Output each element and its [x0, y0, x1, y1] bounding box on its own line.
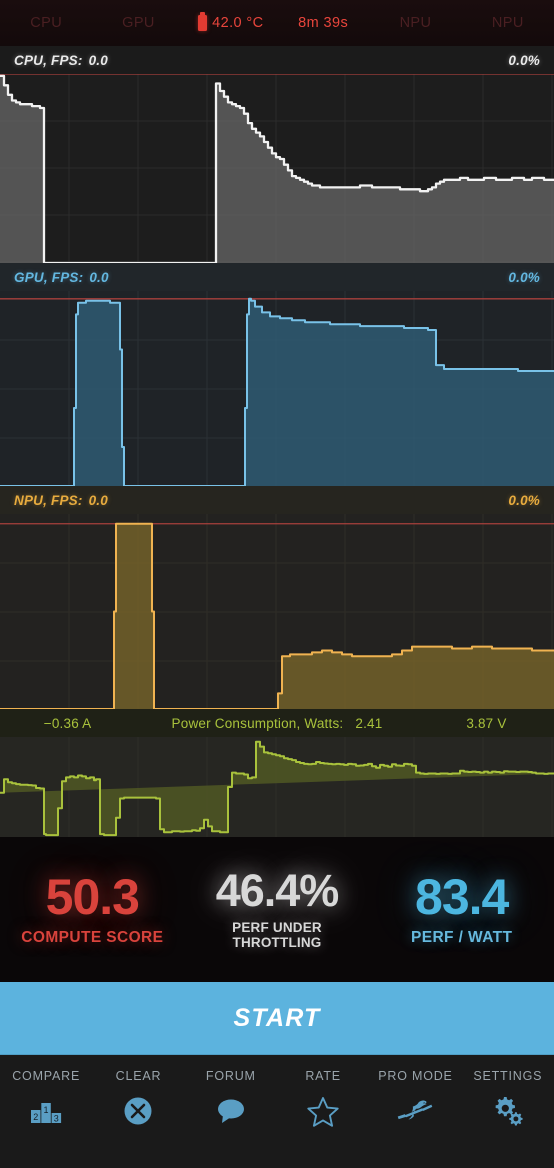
- perf-per-watt: 83.4 PERF / WATT: [369, 837, 554, 982]
- nav-item-forum[interactable]: FORUM: [185, 1069, 277, 1130]
- star-icon: [303, 1092, 343, 1130]
- power-graph-svg: [0, 737, 554, 837]
- start-button[interactable]: START: [0, 982, 554, 1055]
- perf-under-throttling-caption: PERF UNDER THROTTLING: [232, 920, 322, 950]
- nav-label-pro-mode: PRO MODE: [378, 1069, 453, 1083]
- voltage-value: 3.87 V: [466, 715, 507, 731]
- benchmark-app: CPU GPU 42.0 °C 8m 39s NPU NPU CPU, FPS:…: [0, 0, 554, 1168]
- status-cell-npu-1[interactable]: NPU: [369, 15, 461, 31]
- perf-under-throttling-caption-line1: PERF UNDER: [232, 920, 322, 936]
- nav-label-clear: CLEAR: [115, 1069, 162, 1083]
- svg-text:2: 2: [33, 1112, 38, 1122]
- perf-per-watt-caption: PERF / WATT: [410, 929, 513, 947]
- power-label: Power Consumption, Watts:: [171, 715, 344, 731]
- nav-item-settings[interactable]: SETTINGS: [462, 1069, 554, 1130]
- elapsed-time-value: 8m 39s: [298, 15, 349, 31]
- compute-score-value: 50.3: [45, 869, 140, 926]
- close-circle-icon: [118, 1092, 158, 1130]
- cpu-graph-svg: [0, 46, 554, 263]
- gears-icon: [488, 1092, 528, 1130]
- svg-text:1: 1: [44, 1105, 49, 1115]
- nav-item-pro-mode[interactable]: PRO MODE: [369, 1069, 461, 1130]
- npu-graph-panel[interactable]: NPU, FPS: 0.0 0.0%: [0, 486, 554, 709]
- status-cell-temperature[interactable]: 42.0 °C: [185, 12, 277, 31]
- status-cell-gpu[interactable]: GPU: [92, 15, 184, 31]
- gpu-graph-svg: [0, 263, 554, 486]
- bottom-navigation: COMPARE 2 1 3 CLEAR FORUM RATE PRO MODE …: [0, 1055, 554, 1168]
- perf-under-throttling-caption-line2: THROTTLING: [232, 935, 322, 951]
- npu-graph-svg: [0, 486, 554, 709]
- status-cell-elapsed[interactable]: 8m 39s: [277, 15, 369, 31]
- speech-bubble-icon: [211, 1092, 251, 1130]
- score-summary: 50.3 COMPUTE SCORE 46.4% PERF UNDER THRO…: [0, 837, 554, 982]
- status-bar: CPU GPU 42.0 °C 8m 39s NPU NPU: [0, 0, 554, 46]
- npu-label-1: NPU: [399, 15, 432, 31]
- nav-item-clear[interactable]: CLEAR: [92, 1069, 184, 1130]
- nav-item-rate[interactable]: RATE: [277, 1069, 369, 1130]
- witch-icon: [395, 1092, 435, 1130]
- compute-score: 50.3 COMPUTE SCORE: [0, 837, 185, 982]
- power-watts-value: 2.41: [355, 715, 383, 731]
- perf-under-throttling: 46.4% PERF UNDER THROTTLING: [185, 837, 370, 982]
- power-header: −0.36 A Power Consumption, Watts: 2.41 3…: [0, 709, 554, 737]
- perf-per-watt-value: 83.4: [415, 869, 509, 926]
- start-button-label: START: [233, 1003, 321, 1032]
- gpu-header-band: [0, 263, 554, 291]
- gpu-graph-panel[interactable]: GPU, FPS: 0.0 0.0%: [0, 263, 554, 486]
- nav-label-compare: COMPARE: [12, 1069, 81, 1083]
- svg-text:3: 3: [54, 1114, 59, 1124]
- gpu-label: GPU: [122, 15, 155, 31]
- nav-label-forum: FORUM: [205, 1069, 256, 1083]
- status-cell-cpu[interactable]: CPU: [0, 15, 92, 31]
- battery-icon: [198, 12, 208, 31]
- power-label-group: Power Consumption, Watts: 2.41: [135, 716, 419, 731]
- power-graph-panel[interactable]: [0, 737, 554, 837]
- cpu-graph-panel[interactable]: CPU, FPS: 0.0 0.0%: [0, 46, 554, 263]
- npu-header-band: [0, 486, 554, 514]
- temperature-value: 42.0 °C: [212, 15, 264, 31]
- cpu-header-band: [0, 46, 554, 74]
- compute-score-caption: COMPUTE SCORE: [21, 929, 164, 947]
- current-value: −0.36 A: [43, 715, 92, 731]
- status-cell-npu-2[interactable]: NPU: [462, 15, 554, 31]
- npu-label-2: NPU: [491, 15, 524, 31]
- nav-label-rate: RATE: [305, 1069, 341, 1083]
- cpu-label: CPU: [30, 15, 63, 31]
- nav-label-settings: SETTINGS: [473, 1069, 543, 1083]
- nav-item-compare[interactable]: COMPARE 2 1 3: [0, 1069, 92, 1130]
- perf-under-throttling-value: 46.4%: [215, 865, 340, 917]
- podium-icon: 2 1 3: [26, 1092, 66, 1130]
